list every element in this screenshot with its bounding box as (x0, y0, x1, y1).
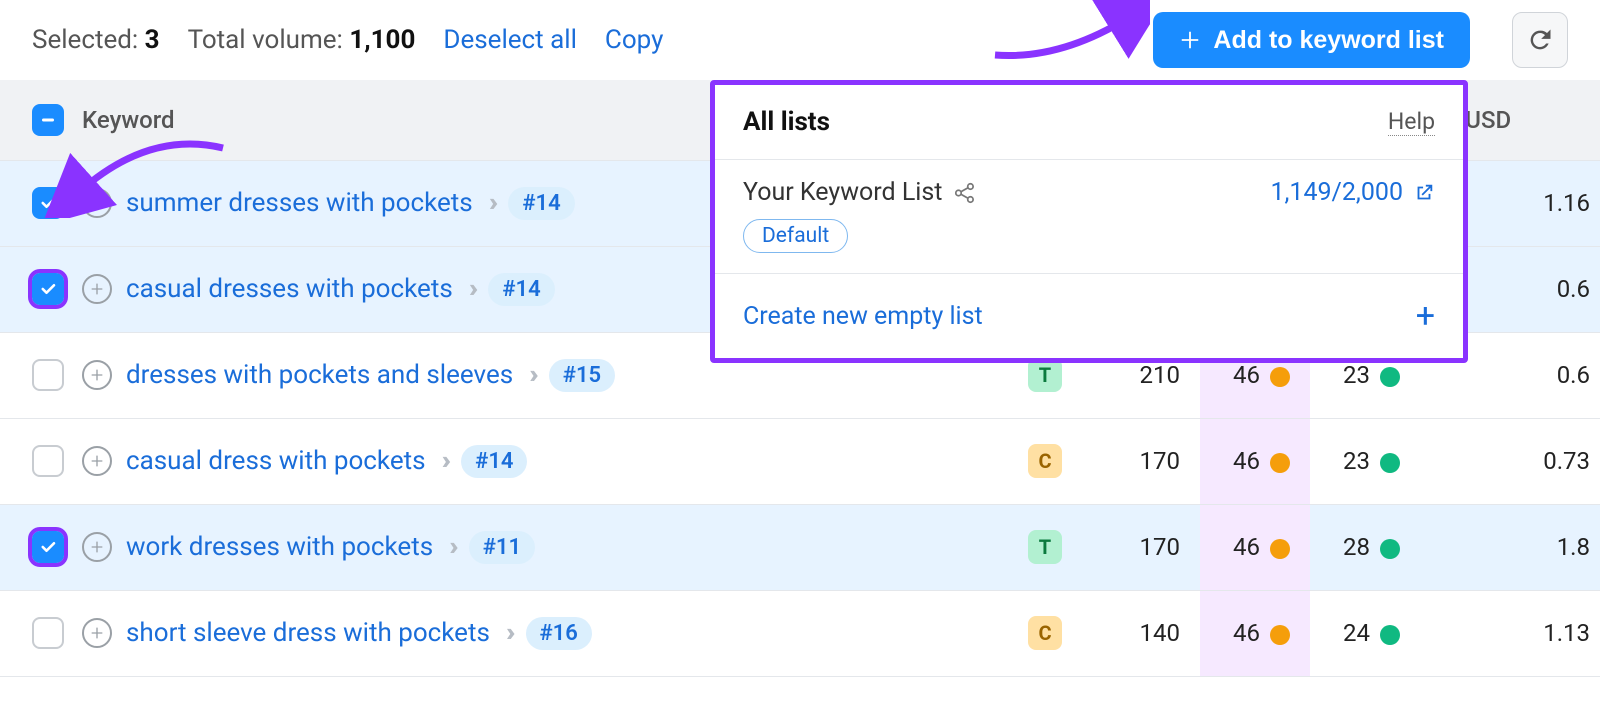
chevron-right-icon: ›› (527, 360, 535, 390)
minus-icon (39, 111, 57, 129)
row-checkbox[interactable] (32, 617, 64, 649)
plus-icon (1179, 29, 1201, 51)
volume-cell: 170 (1090, 418, 1200, 504)
chevron-right-icon: ›› (467, 274, 475, 304)
serp-position-badge[interactable]: #15 (549, 359, 615, 392)
refresh-button[interactable] (1512, 12, 1568, 68)
expand-button[interactable] (82, 188, 112, 218)
kd-cell: 46 (1200, 504, 1310, 590)
expand-button[interactable] (82, 618, 112, 648)
keyword-link[interactable]: casual dresses with pockets (126, 274, 453, 304)
keyword-link[interactable]: summer dresses with pockets (126, 188, 473, 218)
serp-position-badge[interactable]: #16 (526, 617, 592, 650)
popover-title: All lists (743, 107, 830, 137)
check-icon (39, 280, 57, 298)
select-all-checkbox[interactable] (32, 104, 64, 136)
keyword-link[interactable]: casual dress with pockets (126, 446, 426, 476)
table-row: casual dress with pockets ›› #14 C 170 4… (0, 418, 1600, 504)
help-link[interactable]: Help (1388, 108, 1435, 136)
create-new-list[interactable]: Create new empty list + (715, 274, 1463, 358)
volume-cell: 170 (1090, 504, 1200, 590)
keyword-link[interactable]: work dresses with pockets (126, 532, 433, 562)
chevron-right-icon: ›› (504, 618, 512, 648)
chevron-right-icon: ›› (447, 532, 455, 562)
volume-cell: 140 (1090, 590, 1200, 676)
list-name: Your Keyword List (743, 178, 978, 207)
default-chip: Default (743, 219, 848, 253)
keyword-link[interactable]: dresses with pockets and sleeves (126, 360, 513, 390)
expand-button[interactable] (82, 532, 112, 562)
serp-position-badge[interactable]: #14 (461, 445, 527, 478)
com-cell: 23 (1310, 418, 1420, 504)
refresh-icon (1526, 26, 1554, 54)
external-link-icon (1413, 182, 1435, 204)
row-checkbox[interactable] (32, 359, 64, 391)
keyword-list-popover: All lists Help Your Keyword List 1,149/2… (710, 80, 1468, 363)
column-keyword[interactable]: Keyword (82, 80, 640, 160)
table-row: work dresses with pockets ›› #11 T 170 4… (0, 504, 1600, 590)
cpc-cell: 1.8 (1420, 504, 1600, 590)
toolbar: Selected: 3 Total volume: 1,100 Deselect… (0, 0, 1600, 80)
plus-icon: + (1416, 296, 1435, 336)
chevron-right-icon: ›› (487, 188, 495, 218)
serp-position-badge[interactable]: #14 (508, 187, 574, 220)
add-to-keyword-list-button[interactable]: Add to keyword list (1153, 12, 1470, 68)
intent-badge: C (1028, 444, 1062, 478)
row-checkbox[interactable] (32, 531, 64, 563)
list-count-link[interactable]: 1,149/2,000 (1270, 178, 1435, 207)
total-volume: Total volume: 1,100 (188, 25, 416, 55)
expand-button[interactable] (82, 274, 112, 304)
expand-button[interactable] (82, 446, 112, 476)
row-checkbox[interactable] (32, 445, 64, 477)
chevron-right-icon: ›› (440, 446, 448, 476)
cpc-cell: 1.13 (1420, 590, 1600, 676)
deselect-all-link[interactable]: Deselect all (443, 25, 577, 55)
share-icon (952, 180, 978, 206)
table-row: short sleeve dress with pockets ›› #16 C… (0, 590, 1600, 676)
serp-position-badge[interactable]: #14 (488, 273, 554, 306)
kd-cell: 46 (1200, 418, 1310, 504)
selected-count: Selected: 3 (32, 25, 160, 55)
copy-link[interactable]: Copy (605, 25, 664, 55)
keyword-link[interactable]: short sleeve dress with pockets (126, 618, 490, 648)
row-checkbox[interactable] (32, 187, 64, 219)
check-icon (39, 538, 57, 556)
cpc-cell: 0.73 (1420, 418, 1600, 504)
com-cell: 24 (1310, 590, 1420, 676)
expand-button[interactable] (82, 360, 112, 390)
intent-badge: T (1028, 530, 1062, 564)
kd-cell: 46 (1200, 590, 1310, 676)
com-cell: 28 (1310, 504, 1420, 590)
list-item[interactable]: Your Keyword List 1,149/2,000 Default (715, 160, 1463, 274)
row-checkbox[interactable] (32, 273, 64, 305)
serp-position-badge[interactable]: #11 (469, 531, 535, 564)
intent-badge: C (1028, 616, 1062, 650)
check-icon (39, 194, 57, 212)
intent-badge: T (1028, 358, 1062, 392)
